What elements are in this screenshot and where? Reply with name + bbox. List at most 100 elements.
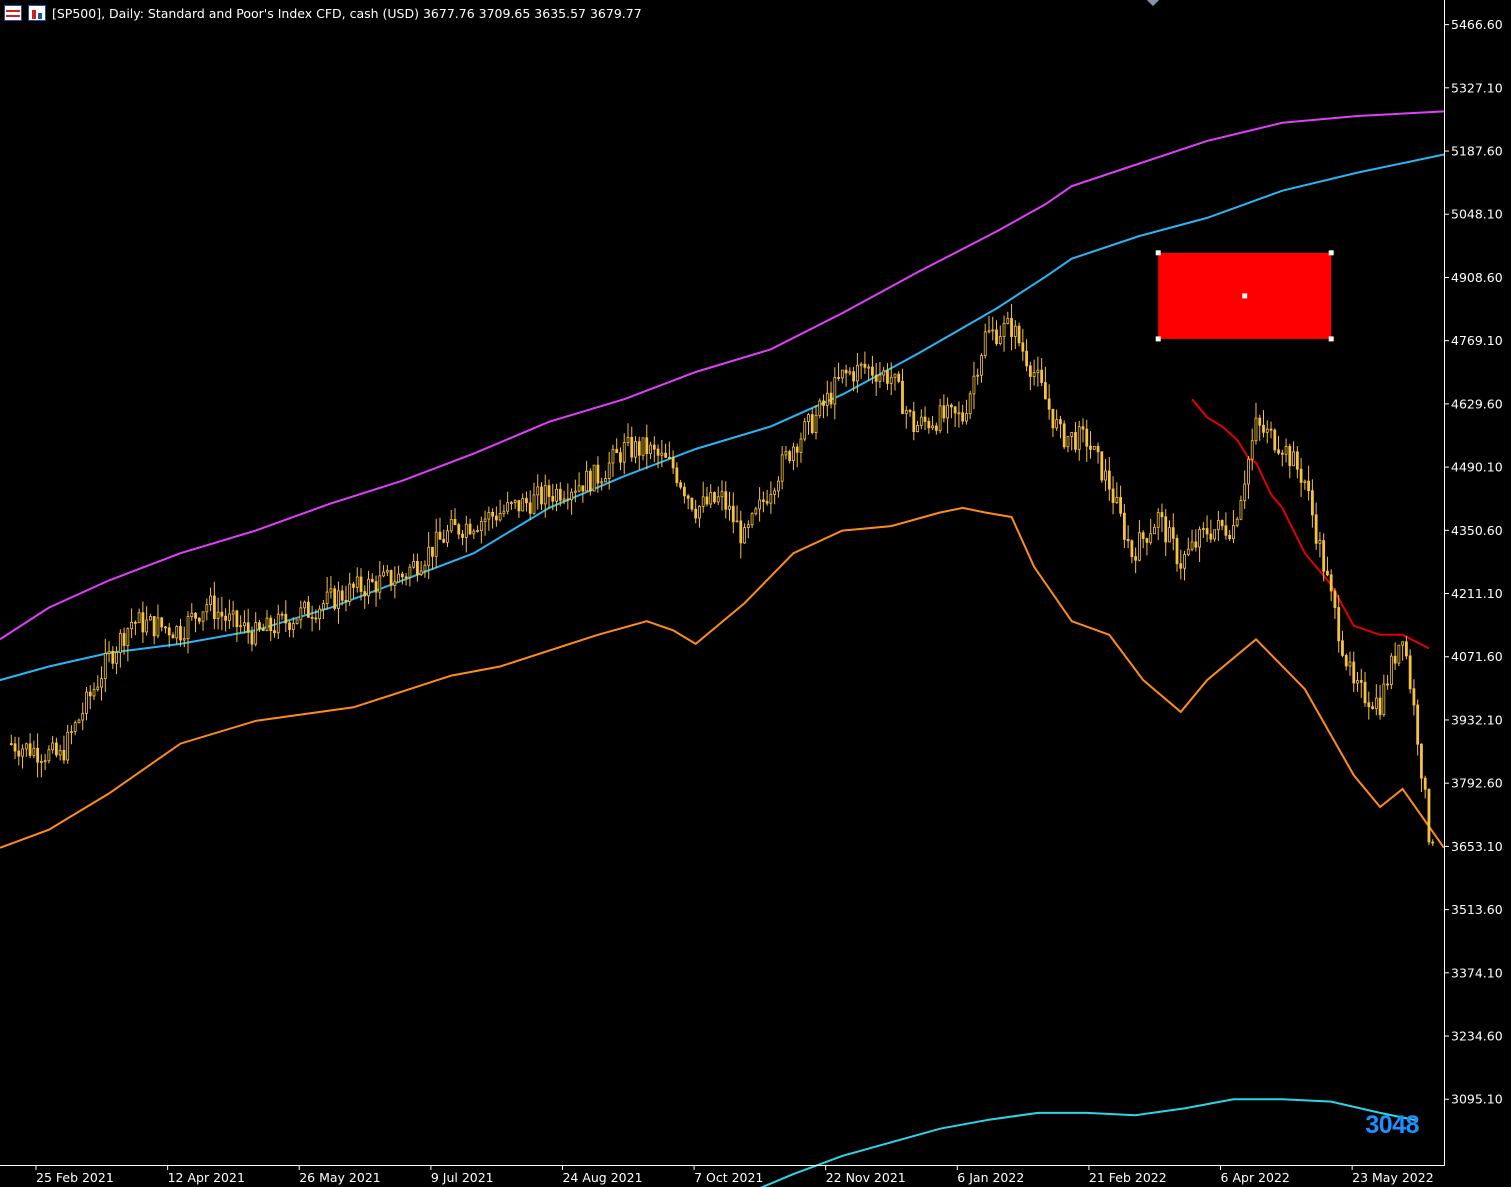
y-tick-label: 3234.60 (1451, 1029, 1503, 1044)
candle-body (355, 576, 359, 588)
candle-body (1280, 452, 1284, 455)
rectangle-handle[interactable] (1155, 336, 1161, 342)
rectangle-handle[interactable] (1328, 336, 1334, 342)
candle-body (1224, 525, 1228, 536)
candle-body (498, 513, 502, 521)
candle-body (1284, 446, 1288, 455)
candle-body (991, 329, 995, 332)
candle-body (946, 404, 950, 419)
candle-body (558, 488, 562, 501)
y-tick-label: 5187.60 (1451, 144, 1503, 159)
candle-body (1175, 537, 1179, 565)
candle-body (1051, 408, 1055, 429)
rectangle-handle[interactable] (1155, 250, 1161, 256)
x-tick-label: 23 May 2022 (1352, 1170, 1434, 1185)
candle-body (235, 610, 239, 627)
candle-body (1247, 458, 1250, 485)
candle-body (321, 603, 325, 610)
candle-body (1070, 432, 1074, 437)
y-tick-label: 3653.10 (1451, 839, 1503, 854)
rectangle-handle[interactable] (1242, 293, 1248, 299)
candle-body (212, 595, 216, 620)
candle-body (720, 491, 724, 498)
candle-body (220, 611, 224, 617)
candle-body (423, 564, 427, 572)
candle-body (694, 508, 698, 519)
candle-body (525, 498, 528, 504)
candle-body (972, 375, 976, 395)
candle-body (792, 446, 795, 462)
candle-body (761, 499, 765, 502)
candle-body (1220, 520, 1224, 527)
candle-body (592, 464, 596, 492)
candle-body (1115, 497, 1119, 503)
candle-body (652, 444, 656, 450)
candle-body (472, 530, 476, 535)
y-tick-label: 4071.60 (1451, 649, 1503, 664)
candle-body (404, 576, 408, 579)
candle-body (21, 748, 24, 757)
x-tick-label: 9 Jul 2021 (431, 1170, 494, 1185)
candle-body (47, 749, 51, 762)
candle-body (62, 749, 66, 761)
candle-body (1397, 644, 1401, 664)
rectangle-handle[interactable] (1328, 250, 1334, 256)
candle-body (461, 533, 464, 538)
candle-body (141, 612, 145, 633)
candle-body (957, 412, 961, 415)
x-tick-label: 21 Feb 2022 (1089, 1170, 1167, 1185)
candle-body (1190, 541, 1194, 550)
candle-body (446, 530, 449, 543)
candle-body (1040, 369, 1044, 383)
candle-body (1179, 563, 1183, 569)
candle-body (479, 521, 483, 531)
y-tick-label: 3095.10 (1451, 1092, 1503, 1107)
y-tick-label: 3792.60 (1451, 776, 1503, 791)
candle-body (70, 731, 73, 733)
candle-body (111, 650, 115, 664)
candle-body (1277, 449, 1280, 454)
candle-body (1363, 681, 1367, 704)
candle-body (288, 622, 291, 630)
candle-body (641, 437, 645, 456)
candle-body (1356, 680, 1359, 684)
candle-body (705, 496, 709, 505)
candle-body (746, 524, 750, 528)
candle-body (58, 749, 62, 756)
candle-body (660, 452, 664, 456)
candle-body (517, 500, 521, 512)
drawn-objects[interactable] (1155, 250, 1334, 342)
candle-body (299, 607, 303, 621)
candle-body (179, 626, 182, 641)
candle-body (269, 617, 273, 632)
candle-body (980, 355, 983, 376)
candle-body (1262, 424, 1265, 433)
candle-body (1017, 325, 1021, 344)
candle-body (1292, 451, 1295, 467)
candle-body (227, 613, 231, 621)
price-chart[interactable]: 5466.60 5327.10 5187.60 5048.10 4908.60 4769.… (0, 0, 1511, 1187)
candle-body (32, 747, 36, 756)
candle-body (397, 573, 401, 583)
candle-body (825, 392, 829, 406)
candle-body (17, 750, 21, 757)
chart-grid-icon[interactable] (4, 5, 22, 21)
candle-body (615, 449, 619, 454)
candle-body (453, 519, 457, 526)
candle-body (1303, 480, 1307, 483)
candle-body (513, 500, 517, 503)
chart-title: [SP500], Daily: Standard and Poor's Inde… (52, 5, 642, 21)
candle-body (976, 374, 980, 377)
candle-body (224, 615, 228, 621)
candle-body (160, 617, 164, 628)
chart-bars-icon[interactable] (28, 5, 46, 21)
candle-body (77, 719, 81, 724)
candle-body (739, 520, 743, 544)
candle-body (713, 492, 716, 503)
candle-body (1431, 841, 1435, 844)
candle-body (716, 496, 720, 503)
candle-body (698, 505, 701, 519)
candle-body (949, 404, 953, 408)
candle-body (1213, 529, 1217, 540)
candle-body (276, 613, 280, 634)
